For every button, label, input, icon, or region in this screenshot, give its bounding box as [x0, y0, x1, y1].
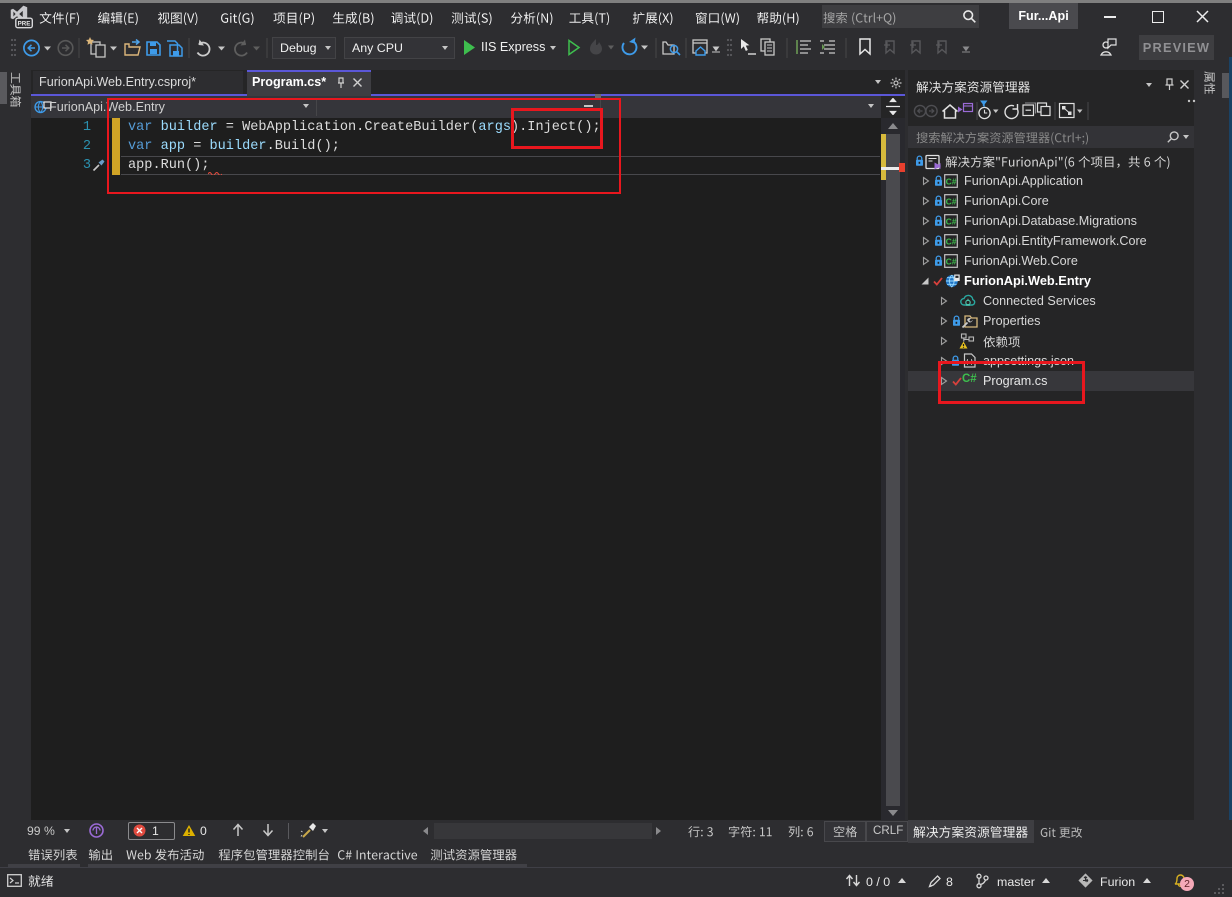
svg-text:C#: C#	[946, 216, 957, 226]
svg-text:C#: C#	[946, 236, 957, 246]
svg-text:C#: C#	[946, 176, 957, 186]
svg-text:C#: C#	[946, 256, 957, 266]
svg-text:C#: C#	[946, 196, 957, 206]
